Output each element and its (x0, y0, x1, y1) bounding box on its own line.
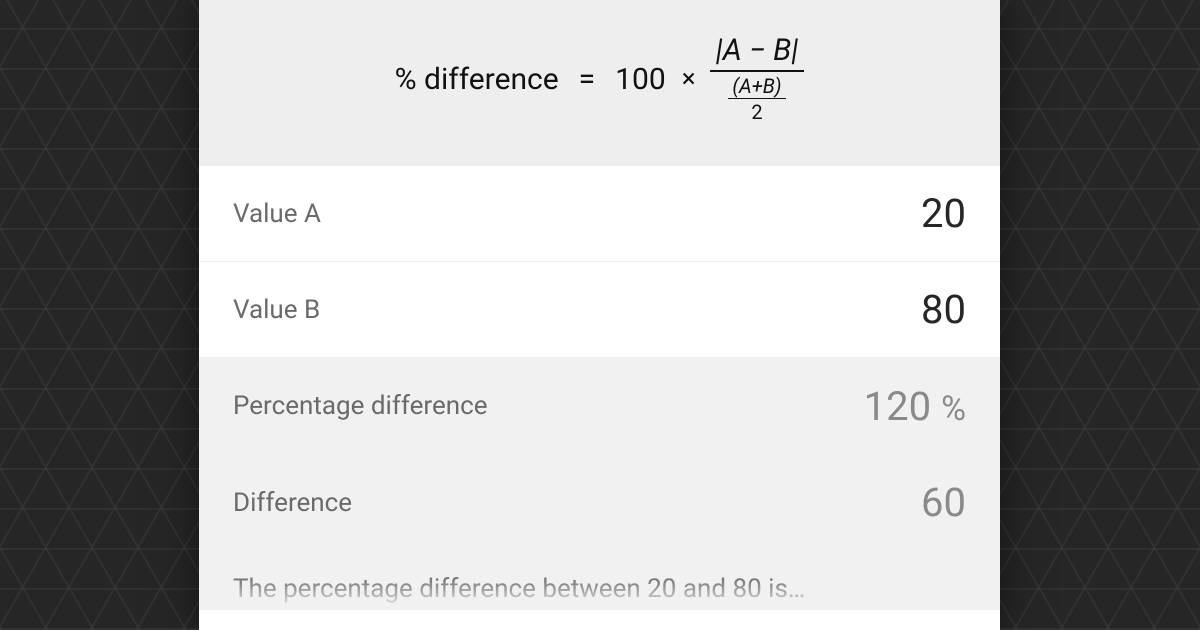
calculator-card: % difference = 100 × |A − B| (A+B) 2 Val… (199, 0, 1000, 630)
formula-constant: 100 (615, 62, 666, 97)
fade-overlay (199, 580, 1000, 610)
formula-fraction: |A − B| (A+B) 2 (710, 34, 805, 124)
output-difference: 60 (921, 479, 966, 526)
output-percentage-difference: 120 % (864, 383, 966, 430)
formula-equals: = (579, 62, 595, 97)
row-value-b: Value B 80 (199, 262, 1000, 358)
formula-denominator: (A+B) 2 (722, 74, 791, 124)
subfraction-bar (728, 98, 785, 99)
formula-subfraction: (A+B) 2 (728, 76, 785, 122)
fraction-bar (710, 70, 805, 72)
formula-lhs: % difference (395, 62, 559, 97)
row-difference: Difference 60 (199, 454, 1000, 550)
row-value-a: Value A 20 (199, 166, 1000, 262)
label-percentage-difference: Percentage difference (233, 391, 488, 421)
row-percentage-difference: Percentage difference 120 % (199, 358, 1000, 454)
label-difference: Difference (233, 488, 352, 518)
subfraction-denominator: 2 (751, 101, 762, 122)
formula-times: × (682, 64, 696, 94)
label-value-b: Value B (233, 295, 320, 325)
formula: % difference = 100 × |A − B| (A+B) 2 (395, 34, 805, 124)
summary-text: The percentage difference between 20 and… (199, 550, 1000, 610)
unit-percent: % (941, 389, 966, 429)
formula-panel: % difference = 100 × |A − B| (A+B) 2 (199, 0, 1000, 166)
formula-numerator: |A − B| (710, 34, 805, 68)
input-value-a[interactable]: 20 (921, 190, 966, 237)
label-value-a: Value A (233, 199, 321, 229)
subfraction-numerator: (A+B) (728, 76, 785, 96)
input-value-b[interactable]: 80 (921, 286, 966, 333)
